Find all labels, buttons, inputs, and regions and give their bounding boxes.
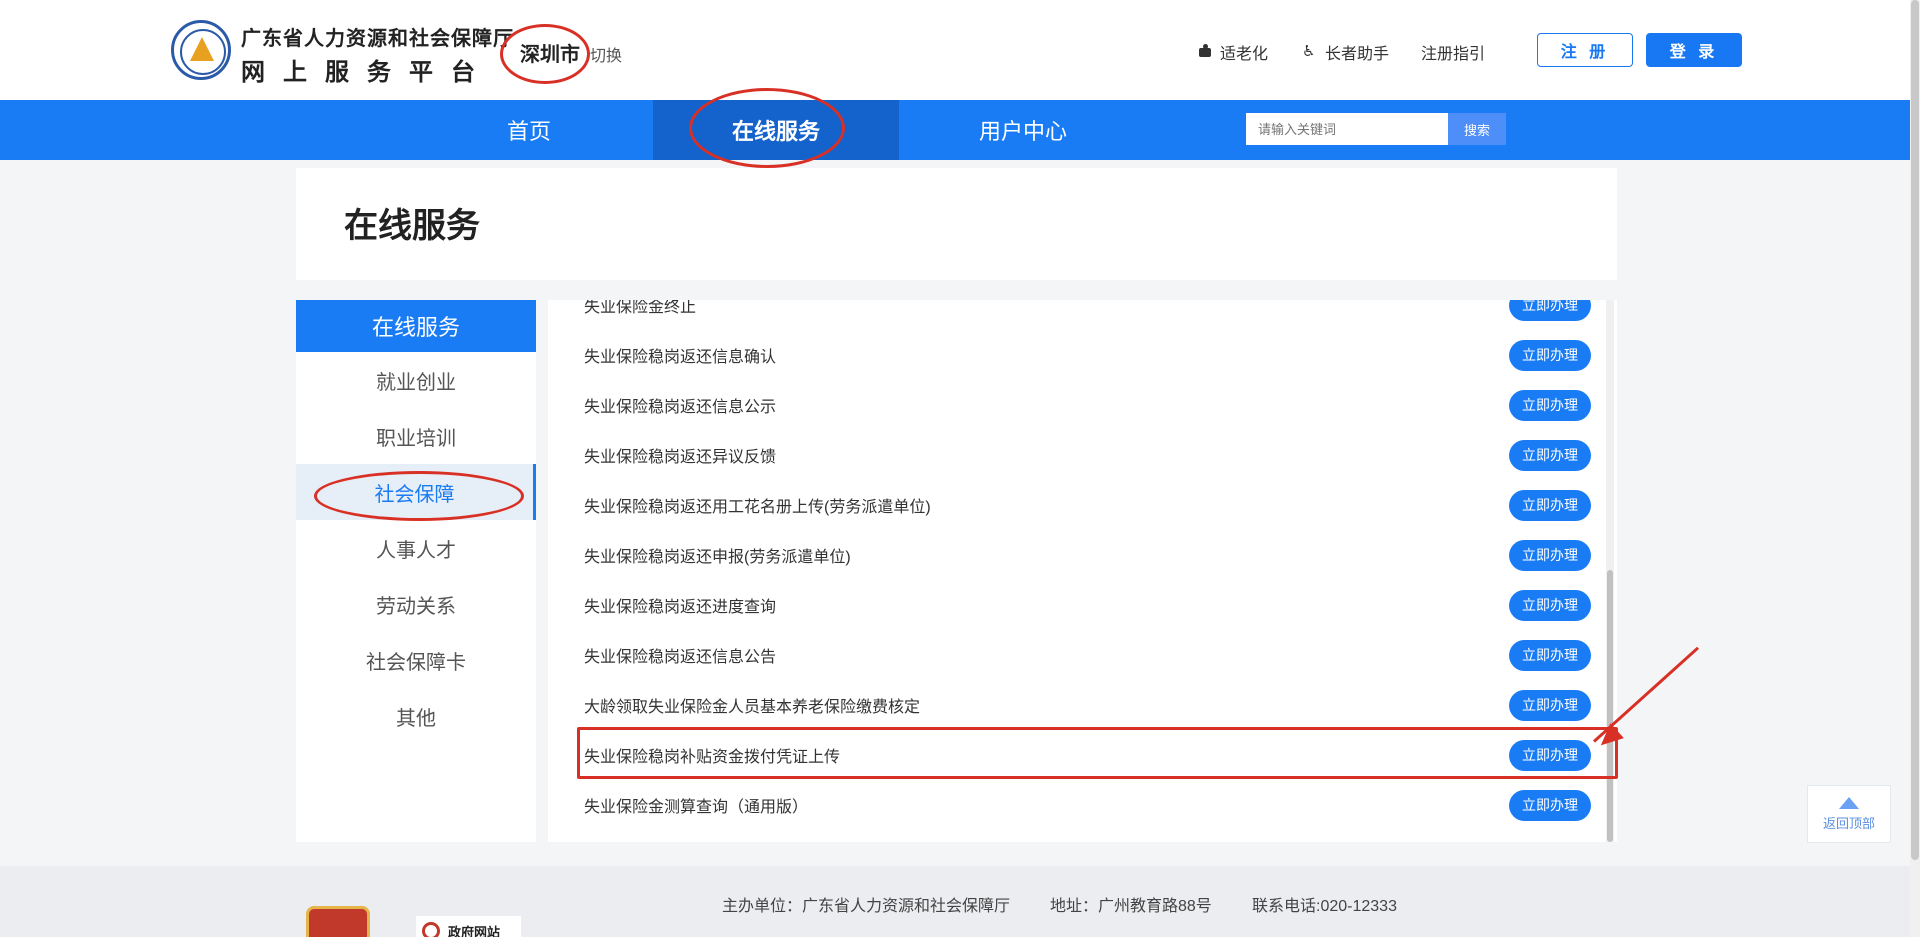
list-item: 失业保险稳岗返还进度查询 立即办理: [548, 580, 1601, 630]
elderly-mode-link[interactable]: 适老化: [1198, 40, 1268, 64]
sidebar-item-labor-relations[interactable]: 劳动关系: [296, 576, 536, 632]
footer-phone: 联系电话:020-12333: [1252, 898, 1397, 915]
handle-now-button[interactable]: 立即办理: [1509, 589, 1591, 621]
category-sidebar: 在线服务 就业创业 职业培训 社会保障 人事人才 劳动关系 社会保障卡 其他: [296, 300, 536, 842]
list-item: 失业保险稳岗返还信息公示 立即办理: [548, 380, 1601, 430]
service-name: 失业保险稳岗返还用工花名册上传(劳务派遣单位): [584, 499, 931, 516]
nav-online-service[interactable]: 在线服务: [653, 100, 899, 160]
sidebar-item-training[interactable]: 职业培训: [296, 408, 536, 464]
search-button[interactable]: 搜索: [1448, 113, 1506, 145]
handle-now-button[interactable]: 立即办理: [1509, 300, 1591, 321]
register-button[interactable]: 注 册: [1537, 33, 1633, 67]
ministry-logo-icon: [171, 20, 231, 80]
list-item: 失业保险稳岗返还信息确认 立即办理: [548, 330, 1601, 380]
gov-seal-icon: [422, 922, 440, 937]
service-name: 失业保险稳岗返还信息公示: [584, 399, 777, 416]
service-name: 失业保险稳岗返还异议反馈: [584, 449, 777, 466]
handle-now-button[interactable]: 立即办理: [1509, 489, 1591, 521]
list-item: 失业保险稳岗返还申报(劳务派遣单位) 立即办理: [548, 530, 1601, 580]
service-name: 大龄领取失业保险金人员基本养老保险缴费核定: [584, 699, 921, 716]
handle-now-button[interactable]: 立即办理: [1509, 789, 1591, 821]
page-scrollbar-thumb[interactable]: [1911, 0, 1919, 860]
accessibility-icon: [1302, 42, 1317, 60]
list-item: 失业保险稳岗返还异议反馈 立即办理: [548, 430, 1601, 480]
title-card: 在线服务: [296, 168, 1617, 280]
elder-assistant-label: 长者助手: [1325, 46, 1390, 63]
sidebar-item-social-security[interactable]: 社会保障: [296, 464, 536, 520]
sidebar-item-talent[interactable]: 人事人才: [296, 520, 536, 576]
handle-now-button[interactable]: 立即办理: [1509, 689, 1591, 721]
nav-home[interactable]: 首页: [406, 100, 652, 160]
list-item: 失业保险金测算查询（通用版） 立即办理: [548, 780, 1601, 830]
list-item: 大龄领取失业保险金人员基本养老保险缴费核定 立即办理: [548, 680, 1601, 730]
list-item: 失业保险稳岗返还信息公告 立即办理: [548, 630, 1601, 680]
org-name: 广东省人力资源和社会保障厅: [241, 28, 514, 50]
list-item-highlighted: 失业保险稳岗补贴资金拨付凭证上传 立即办理: [548, 730, 1601, 780]
party-emblem-icon: [306, 906, 370, 937]
current-city: 深圳市: [520, 44, 580, 66]
sidebar-heading: 在线服务: [296, 300, 536, 352]
back-to-top-button[interactable]: 返回顶部: [1807, 785, 1891, 843]
register-guide-label: 注册指引: [1421, 46, 1486, 63]
list-item: 失业保险金终止 立即办理: [548, 300, 1601, 330]
list-scrollbar-thumb[interactable]: [1607, 570, 1613, 842]
city-switch-link[interactable]: 切换: [590, 42, 622, 66]
service-name: 失业保险稳岗返还进度查询: [584, 599, 777, 616]
handle-now-button[interactable]: 立即办理: [1509, 339, 1591, 371]
elder-assistant-link[interactable]: 长者助手: [1302, 40, 1390, 64]
gov-website-badge[interactable]: 政府网站: [416, 916, 521, 937]
service-name: 失业保险稳岗返还申报(劳务派遣单位): [584, 549, 851, 566]
elderly-mode-label: 适老化: [1220, 46, 1269, 63]
sidebar-item-social-card[interactable]: 社会保障卡: [296, 632, 536, 688]
gov-badge-label: 政府网站: [448, 924, 501, 937]
service-name: 失业保险稳岗返还信息确认: [584, 349, 777, 366]
back-to-top-label: 返回顶部: [1822, 815, 1875, 831]
handle-now-button[interactable]: 立即办理: [1509, 439, 1591, 471]
handle-now-button[interactable]: 立即办理: [1509, 389, 1591, 421]
site-header: 广东省人力资源和社会保障厅 网上服务平台 深圳市 切换 适老化 长者助手 注册指…: [0, 0, 1920, 100]
handle-now-button[interactable]: 立即办理: [1509, 639, 1591, 671]
main-nav: 首页 在线服务 用户中心 搜索: [0, 100, 1910, 160]
site-footer: 主办单位：广东省人力资源和社会保障厅 地址：广州教育路88号 联系电话:020-…: [0, 866, 1910, 937]
arrow-up-icon: [1839, 796, 1859, 809]
sidebar-item-employment[interactable]: 就业创业: [296, 352, 536, 408]
page-title: 在线服务: [344, 207, 480, 245]
register-guide-link[interactable]: 注册指引: [1421, 40, 1485, 64]
footer-sponsor: 主办单位：广东省人力资源和社会保障厅: [722, 898, 1011, 915]
handle-now-button[interactable]: 立即办理: [1509, 539, 1591, 571]
sidebar-item-other[interactable]: 其他: [296, 688, 536, 744]
handle-now-button[interactable]: 立即办理: [1509, 739, 1591, 771]
nav-user-center[interactable]: 用户中心: [900, 100, 1146, 160]
service-name: 失业保险金终止: [584, 300, 697, 316]
platform-name: 网上服务平台: [241, 59, 493, 86]
elderly-mode-icon: [1198, 44, 1212, 59]
login-button[interactable]: 登 录: [1646, 33, 1742, 67]
footer-address: 地址：广州教育路88号: [1050, 898, 1212, 915]
service-list: 失业保险金终止 立即办理 失业保险稳岗返还信息确认 立即办理 失业保险稳岗返还信…: [548, 300, 1617, 842]
search-input[interactable]: [1246, 113, 1448, 145]
service-name: 失业保险金测算查询（通用版）: [584, 799, 809, 816]
service-name: 失业保险稳岗补贴资金拨付凭证上传: [584, 749, 841, 766]
service-name: 失业保险稳岗返还信息公告: [584, 649, 777, 666]
list-item: 失业保险稳岗返还用工花名册上传(劳务派遣单位) 立即办理: [548, 480, 1601, 530]
